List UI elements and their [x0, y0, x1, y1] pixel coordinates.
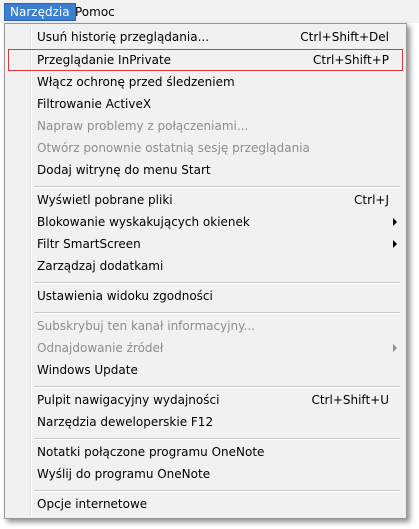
menu-item-delete-history[interactable]: Usuń historię przeglądania... Ctrl+Shift… [8, 26, 403, 48]
menu-item-reopen-last-session: Otwórz ponownie ostatnią sesję przegląda… [8, 137, 403, 159]
menu-item-label: Filtr SmartScreen [37, 237, 141, 251]
menu-item-activex-filtering[interactable]: Filtrowanie ActiveX [8, 93, 403, 115]
menu-item-label: Włącz ochronę przed śledzeniem [37, 75, 235, 89]
menu-item-shortcut: Ctrl+Shift+P [313, 53, 389, 67]
menu-item-label: Ustawienia widoku zgodności [37, 289, 213, 303]
menu-item-tracking-protection[interactable]: Włącz ochronę przed śledzeniem [8, 71, 403, 93]
menu-separator [34, 186, 400, 188]
menu-item-view-downloads[interactable]: Wyświetl pobrane pliki Ctrl+J [8, 189, 403, 211]
menu-item-shortcut: Ctrl+J [354, 193, 389, 207]
submenu-arrow-icon [393, 218, 397, 226]
menu-item-label: Narzędzia deweloperskie F12 [37, 415, 214, 429]
menu-item-label: Zarządzaj dodatkami [37, 259, 164, 273]
menu-item-windows-update[interactable]: Windows Update [8, 359, 403, 381]
menu-item-internet-options[interactable]: Opcje internetowe [8, 493, 403, 515]
menu-item-label: Notatki połączone programu OneNote [37, 445, 265, 459]
menu-item-label: Odnajdowanie źródeł [37, 341, 164, 355]
submenu-arrow-icon [393, 240, 397, 248]
menu-item-shortcut: Ctrl+Shift+Del [300, 30, 389, 44]
menu-item-performance-dashboard[interactable]: Pulpit nawigacyjny wydajności Ctrl+Shift… [8, 389, 403, 411]
menu-item-label: Blokowanie wyskakujących okienek [37, 215, 250, 229]
menu-item-label: Przeglądanie InPrivate [37, 53, 172, 67]
menu-bar: Narzędzia Pomoc [0, 0, 419, 23]
menu-item-f12-developer-tools[interactable]: Narzędzia deweloperskie F12 [8, 411, 403, 433]
tools-dropdown-menu: Usuń historię przeglądania... Ctrl+Shift… [4, 23, 407, 519]
menu-pomoc[interactable]: Pomoc [70, 3, 120, 21]
menu-item-manage-addons[interactable]: Zarządzaj dodatkami [8, 255, 403, 277]
menu-item-popup-blocker[interactable]: Blokowanie wyskakujących okienek [8, 211, 403, 233]
menu-item-label: Wyślij do programu OneNote [37, 467, 211, 481]
menu-item-label: Subskrybuj ten kanał informacyjny... [37, 319, 255, 333]
menu-separator [34, 438, 400, 440]
menu-item-label: Wyświetl pobrane pliki [37, 193, 173, 207]
menu-item-label: Pulpit nawigacyjny wydajności [37, 393, 220, 407]
menu-item-label: Otwórz ponownie ostatnią sesję przegląda… [37, 141, 310, 155]
menu-item-add-site-to-start[interactable]: Dodaj witrynę do menu Start [8, 159, 403, 181]
menu-narzedzia[interactable]: Narzędzia [4, 3, 76, 21]
menu-separator [34, 312, 400, 314]
menu-item-feed-discovery: Odnajdowanie źródeł [8, 337, 403, 359]
menu-item-compatibility-view-settings[interactable]: Ustawienia widoku zgodności [8, 285, 403, 307]
submenu-arrow-icon [393, 344, 397, 352]
menu-item-smartscreen-filter[interactable]: Filtr SmartScreen [8, 233, 403, 255]
menu-item-inprivate-browsing[interactable]: Przeglądanie InPrivate Ctrl+Shift+P [8, 49, 403, 71]
menu-item-send-to-onenote[interactable]: Wyślij do programu OneNote [8, 463, 403, 485]
menu-item-subscribe-feed: Subskrybuj ten kanał informacyjny... [8, 315, 403, 337]
menu-item-label: Windows Update [37, 363, 138, 377]
menu-item-onenote-linked-notes[interactable]: Notatki połączone programu OneNote [8, 441, 403, 463]
menu-item-shortcut: Ctrl+Shift+U [311, 393, 389, 407]
menu-item-label: Opcje internetowe [37, 497, 148, 511]
menu-item-label: Usuń historię przeglądania... [37, 30, 210, 44]
menu-item-label: Filtrowanie ActiveX [37, 97, 152, 111]
menu-separator [34, 386, 400, 388]
menu-item-fix-connection-problems: Napraw problemy z połączeniami... [8, 115, 403, 137]
menu-item-label: Napraw problemy z połączeniami... [37, 119, 249, 133]
menu-separator [34, 490, 400, 492]
menu-item-label: Dodaj witrynę do menu Start [37, 163, 211, 177]
menu-separator [34, 282, 400, 284]
